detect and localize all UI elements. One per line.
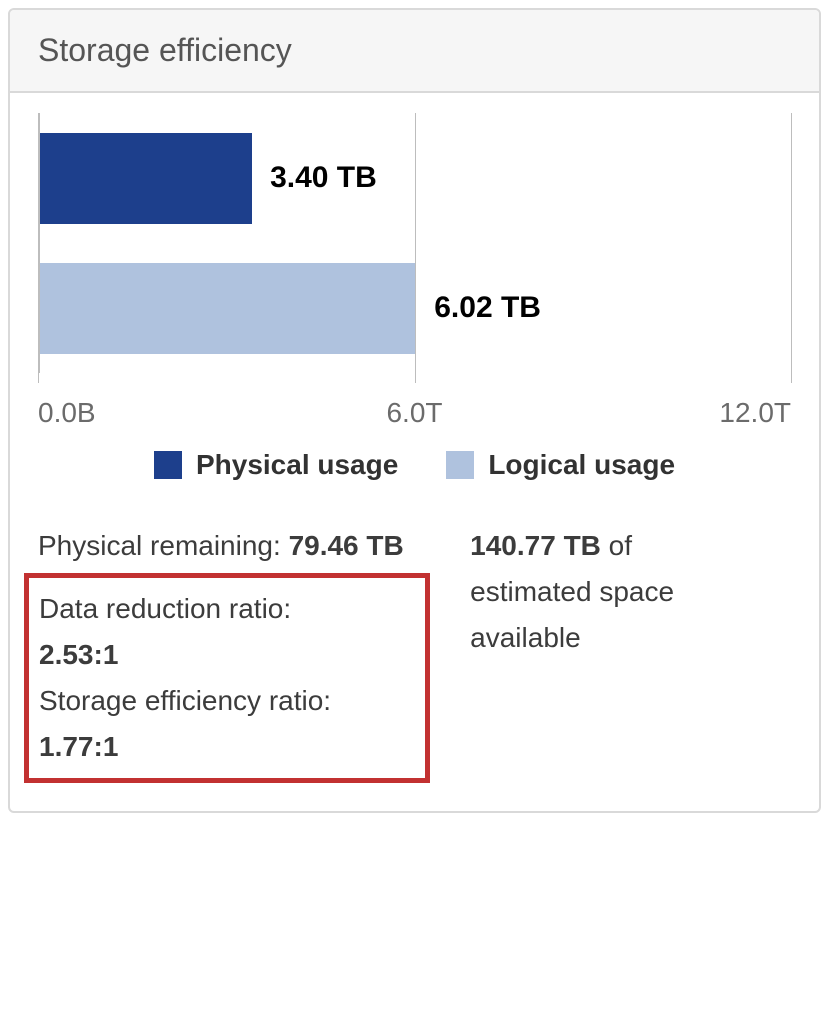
data-reduction-label: Data reduction ratio: [39,588,415,630]
bar-physical [39,133,252,224]
legend-label: Logical usage [488,449,675,481]
legend-swatch [446,451,474,479]
legend-item: Physical usage [154,449,398,481]
physical-remaining-value: 79.46 TB [289,530,404,561]
storage-efficiency-label: Storage efficiency ratio: [39,680,415,722]
physical-remaining: Physical remaining: 79.46 TB [38,525,430,567]
gridline [415,113,416,373]
chart-legend: Physical usage Logical usage [38,449,791,481]
legend-label: Physical usage [196,449,398,481]
bar-chart: 3.40 TB 6.02 TB 0.0B 6.0T 12.0T [38,113,791,429]
ratio-highlight-box: Data reduction ratio: 2.53:1 Storage eff… [24,573,430,783]
axis-tick-label: 0.0B [38,397,96,429]
card-header: Storage efficiency [10,10,819,93]
axis-tick-label: 6.0T [386,397,442,429]
axis-tick-label: 12.0T [719,397,791,429]
storage-efficiency-card: Storage efficiency 3.40 TB 6.02 TB 0.0B 6.… [8,8,821,813]
axis-tick [38,373,39,383]
bar-value-label: 6.02 TB [434,291,541,325]
chart-plot: 3.40 TB 6.02 TB [38,113,791,373]
storage-efficiency-value: 1.77:1 [39,731,118,762]
gridline [39,113,40,373]
chart-tick-labels: 0.0B 6.0T 12.0T [38,397,791,429]
card-body: 3.40 TB 6.02 TB 0.0B 6.0T 12.0T Physical us… [10,93,819,811]
estimated-space-value: 140.77 TB [470,530,601,561]
stats-right-column: 140.77 TB of estimated space available [470,521,791,783]
estimated-space-suffix: of [601,530,632,561]
estimated-space: 140.77 TB of [470,525,791,567]
bar-logical [39,263,416,354]
gridline [791,113,792,373]
legend-swatch [154,451,182,479]
data-reduction-value: 2.53:1 [39,639,118,670]
axis-tick [791,373,792,383]
estimated-space-line3: available [470,617,791,659]
stats-section: Physical remaining: 79.46 TB Data reduct… [38,521,791,783]
bar-value-label: 3.40 TB [270,161,377,195]
stats-left-column: Physical remaining: 79.46 TB Data reduct… [38,521,430,783]
card-title: Storage efficiency [38,32,292,68]
legend-item: Logical usage [446,449,675,481]
chart-tick-area [38,373,791,391]
estimated-space-line2: estimated space [470,571,791,613]
physical-remaining-label: Physical remaining: [38,530,289,561]
axis-tick [415,373,416,383]
